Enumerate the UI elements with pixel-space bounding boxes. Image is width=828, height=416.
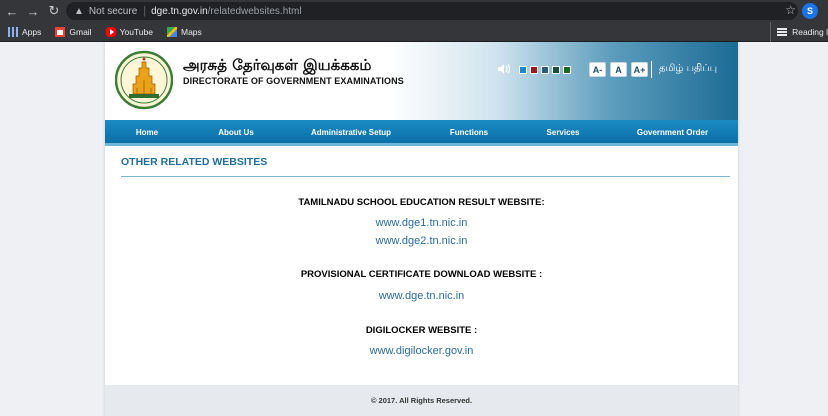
font-increase-button[interactable]: A+ [631, 62, 648, 77]
bookmark-apps[interactable]: Apps [8, 26, 42, 37]
security-label: Not secure [88, 5, 138, 17]
bookmark-label: Maps [180, 26, 202, 37]
youtube-icon [105, 26, 116, 37]
bookmark-gmail[interactable]: Gmail [55, 26, 92, 37]
digilocker-link[interactable]: www.digilocker.gov.in [105, 345, 738, 357]
url-separator: | [143, 5, 147, 17]
nav-about-us[interactable]: About Us [189, 120, 283, 146]
site-title-tamil: அரசுத் தேர்வுகள் இயக்ககம் [183, 56, 372, 74]
nav-functions[interactable]: Functions [419, 120, 519, 146]
site-header: அரசுத் தேர்வுகள் இயக்ககம் DIRECTORATE OF… [105, 42, 738, 120]
url-domain: dge.tn.gov.in [151, 5, 208, 17]
tamil-version-link[interactable]: தமிழ் பதிப்பு [659, 63, 717, 75]
address-bar[interactable]: ▲ Not secure | dge.tn.gov.in/relatedwebs… [66, 2, 798, 20]
maps-icon [166, 26, 177, 37]
page-title: OTHER RELATED WEBSITES [121, 156, 268, 168]
theme-color-picker [519, 66, 574, 74]
theme-swatch[interactable] [541, 66, 549, 74]
theme-swatch[interactable] [563, 66, 571, 74]
footer-copyright: © 2017. All Rights Reserved. [105, 385, 738, 416]
browser-toolbar: ← → ↻ ▲ Not secure | dge.tn.gov.in/relat… [0, 0, 828, 22]
bookmark-label: Apps [22, 26, 42, 37]
bookmark-youtube[interactable]: YouTube [105, 26, 153, 37]
bookmarks-bar: Apps Gmail YouTube Maps Reading l [0, 22, 828, 42]
dge-link[interactable]: www.dge.tn.nic.in [105, 290, 738, 302]
theme-swatch[interactable] [530, 66, 538, 74]
speaker-icon[interactable] [497, 63, 511, 75]
forward-arrow-icon[interactable]: → [24, 4, 42, 19]
bookmark-maps[interactable]: Maps [166, 26, 202, 37]
warning-icon[interactable]: ▲ [74, 6, 84, 17]
back-arrow-icon[interactable]: ← [3, 4, 21, 19]
dge1-link[interactable]: www.dge1.tn.nic.in [105, 217, 738, 229]
nav-services[interactable]: Services [519, 120, 607, 146]
font-size-controls: A- A A+ [589, 62, 652, 77]
result-website-heading: TAMILNADU SCHOOL EDUCATION RESULT WEBSIT… [298, 197, 545, 208]
page-container: அரசுத் தேர்வுகள் இயக்ககம் DIRECTORATE OF… [105, 42, 738, 416]
reading-list-icon [777, 28, 788, 36]
bookmark-star-icon[interactable]: ☆ [785, 3, 796, 17]
reading-list-label: Reading l [792, 27, 828, 37]
main-nav: Home About Us Administrative Setup Funct… [105, 120, 738, 146]
tamil-nadu-emblem-icon[interactable] [115, 50, 173, 110]
nav-government-order[interactable]: Government Order [607, 120, 738, 146]
certificate-website-heading: PROVISIONAL CERTIFICATE DOWNLOAD WEBSITE… [300, 269, 543, 280]
reading-list-button[interactable]: Reading l [770, 22, 828, 42]
bookmark-label: YouTube [119, 26, 153, 37]
theme-swatch[interactable] [519, 66, 527, 74]
nav-administrative-setup[interactable]: Administrative Setup [283, 120, 419, 146]
nav-home[interactable]: Home [105, 120, 189, 146]
reload-icon[interactable]: ↻ [45, 3, 63, 19]
url-path: /relatedwebsites.html [207, 5, 302, 17]
site-title-english: DIRECTORATE OF GOVERNMENT EXAMINATIONS [183, 76, 404, 86]
font-reset-button[interactable]: A [610, 62, 627, 77]
gmail-icon [55, 26, 66, 37]
language-divider [651, 61, 652, 78]
font-decrease-button[interactable]: A- [589, 62, 606, 77]
theme-swatch[interactable] [552, 66, 560, 74]
digilocker-heading: DIGILOCKER WEBSITE : [365, 325, 478, 336]
apps-grid-icon [8, 26, 18, 37]
profile-avatar[interactable]: S [802, 3, 818, 19]
bookmark-label: Gmail [69, 26, 92, 37]
dge2-link[interactable]: www.dge2.tn.nic.in [105, 235, 738, 247]
title-divider [121, 176, 730, 177]
